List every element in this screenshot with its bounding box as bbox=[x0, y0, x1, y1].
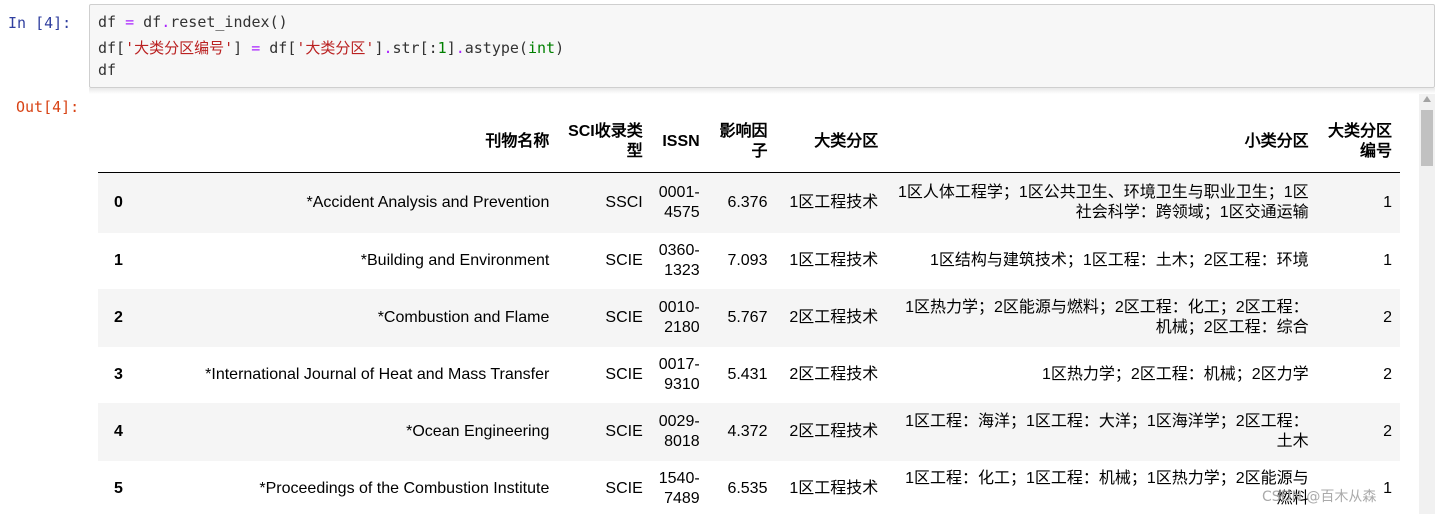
cell-sci-type: SCIE bbox=[605, 252, 643, 269]
header-issn: ISSN bbox=[650, 112, 708, 173]
cell-major-zone: 2区工程技术 bbox=[789, 423, 879, 440]
table-row: 3 *International Journal of Heat and Mas… bbox=[98, 347, 1400, 403]
code-token: astype( bbox=[464, 39, 528, 57]
cell-impact: 6.376 bbox=[727, 194, 768, 211]
cell-sci-type: SCIE bbox=[605, 423, 643, 440]
input-prompt: In [4]: bbox=[8, 14, 72, 32]
cell-name: *Proceedings of the Combustion Institute bbox=[259, 480, 550, 497]
cell-minor-zone: 1区热力学；2区工程：机械；2区力学 bbox=[1041, 366, 1309, 383]
code-token: reset_index() bbox=[170, 13, 288, 31]
code-editor[interactable]: df = df.reset_index() df['大类分区编号'] = df[… bbox=[89, 4, 1435, 88]
cell-impact: 5.431 bbox=[727, 366, 768, 383]
cell-name: *International Journal of Heat and Mass … bbox=[205, 366, 550, 383]
table-row: 4 *Ocean Engineering SCIE 0029-8018 4.37… bbox=[98, 403, 1400, 461]
cell-issn: 0001-4575 bbox=[658, 184, 700, 221]
cell-issn: 0010-2180 bbox=[658, 299, 700, 336]
cell-impact: 7.093 bbox=[727, 252, 768, 269]
cell-issn: 0017-9310 bbox=[658, 356, 700, 393]
cell-impact: 6.535 bbox=[727, 480, 768, 497]
code-token: df[ bbox=[260, 39, 297, 57]
scroll-up-arrow-icon[interactable] bbox=[1423, 96, 1431, 102]
cell-divider bbox=[89, 88, 1435, 94]
row-index: 5 bbox=[114, 480, 123, 497]
code-token: str[: bbox=[392, 39, 438, 57]
cell-impact: 4.372 bbox=[727, 423, 768, 440]
cell-issn: 0360-1323 bbox=[658, 242, 700, 279]
cell-minor-zone: 1区工程：化工；1区工程：机械；1区热力学；2区能源与燃料 bbox=[905, 470, 1309, 507]
code-token: = bbox=[125, 13, 135, 31]
cell-zone-code: 1 bbox=[1383, 194, 1392, 211]
code-token: df bbox=[98, 13, 126, 31]
cell-sci-type: SCIE bbox=[605, 309, 643, 326]
cell-sci-type: SCIE bbox=[605, 480, 643, 497]
code-token: df bbox=[98, 61, 117, 79]
code-token: '大类分区编号' bbox=[125, 39, 234, 57]
cell-zone-code: 2 bbox=[1383, 423, 1392, 440]
row-index: 4 bbox=[114, 423, 123, 440]
watermark: CSDN @百木从森 bbox=[1262, 489, 1377, 505]
table-row: 5 *Proceedings of the Combustion Institu… bbox=[98, 461, 1400, 517]
cell-major-zone: 1区工程技术 bbox=[789, 194, 879, 211]
row-index: 2 bbox=[114, 309, 123, 326]
code-token: . bbox=[383, 39, 393, 57]
cell-zone-code: 1 bbox=[1383, 252, 1392, 269]
cell-zone-code: 2 bbox=[1383, 366, 1392, 383]
table-header-row: 刊物名称 SCI收录类型 ISSN 影响因子 大类分区 小类分区 大类分区编号 bbox=[98, 112, 1400, 173]
cell-minor-zone: 1区结构与建筑技术；1区工程：土木；2区工程：环境 bbox=[929, 252, 1309, 269]
header-index bbox=[98, 112, 158, 173]
output-prompt: Out[4]: bbox=[16, 98, 80, 116]
header-sci-type: SCI收录类型 bbox=[557, 112, 651, 173]
row-index: 0 bbox=[114, 194, 123, 211]
cell-issn: 0029-8018 bbox=[658, 413, 700, 450]
cell-minor-zone: 1区热力学；2区能源与燃料；2区工程：化工；2区工程：机械；2区工程：综合 bbox=[905, 299, 1309, 336]
code-token: df[ bbox=[98, 39, 126, 57]
cell-name: *Ocean Engineering bbox=[406, 423, 550, 440]
dataframe-table: 刊物名称 SCI收录类型 ISSN 影响因子 大类分区 小类分区 大类分区编号 … bbox=[98, 112, 1400, 517]
code-line-1: df = df.reset_index() bbox=[98, 13, 288, 31]
cell-minor-zone: 1区工程：海洋；1区工程：大洋；1区海洋学；2区工程：土木 bbox=[905, 413, 1309, 450]
cell-major-zone: 1区工程技术 bbox=[789, 480, 879, 497]
cell-impact: 5.767 bbox=[727, 309, 768, 326]
table-row: 1 *Building and Environment SCIE 0360-13… bbox=[98, 233, 1400, 289]
cell-major-zone: 2区工程技术 bbox=[789, 366, 879, 383]
cell-sci-type: SCIE bbox=[605, 366, 643, 383]
code-token: '大类分区' bbox=[296, 39, 375, 57]
code-token: ] bbox=[233, 39, 252, 57]
cell-issn: 1540-7489 bbox=[658, 470, 700, 507]
code-token: ) bbox=[555, 39, 565, 57]
code-token: df bbox=[134, 13, 162, 31]
code-token: int bbox=[527, 39, 556, 57]
cell-name: *Accident Analysis and Prevention bbox=[306, 194, 550, 211]
cell-major-zone: 1区工程技术 bbox=[789, 252, 879, 269]
code-line-3: df bbox=[98, 61, 116, 79]
code-token: . bbox=[161, 13, 171, 31]
cell-sci-type: SSCI bbox=[605, 194, 643, 211]
header-minor-zone: 小类分区 bbox=[886, 112, 1317, 173]
header-major-zone: 大类分区 bbox=[775, 112, 887, 173]
table-row: 2 *Combustion and Flame SCIE 0010-2180 5… bbox=[98, 289, 1400, 347]
row-index: 1 bbox=[114, 252, 123, 269]
cell-major-zone: 2区工程技术 bbox=[789, 309, 879, 326]
header-name: 刊物名称 bbox=[157, 112, 558, 173]
cell-name: *Combustion and Flame bbox=[377, 309, 550, 326]
cell-name: *Building and Environment bbox=[360, 252, 550, 269]
code-token: ] bbox=[446, 39, 456, 57]
code-token: = bbox=[251, 39, 261, 57]
code-token: 1 bbox=[437, 39, 447, 57]
header-zone-code: 大类分区编号 bbox=[1316, 112, 1400, 173]
cell-zone-code: 2 bbox=[1383, 309, 1392, 326]
cell-minor-zone: 1区人体工程学；1区公共卫生、环境卫生与职业卫生；1区社会科学：跨领域；1区交通… bbox=[897, 184, 1309, 221]
table-row: 0 *Accident Analysis and Prevention SSCI… bbox=[98, 172, 1400, 233]
output-scrollbar[interactable] bbox=[1419, 94, 1435, 514]
code-token: . bbox=[455, 39, 465, 57]
scroll-thumb[interactable] bbox=[1421, 110, 1433, 166]
code-line-2: df['大类分区编号'] = df['大类分区'].str[:1].astype… bbox=[98, 37, 564, 58]
row-index: 3 bbox=[114, 366, 123, 383]
header-impact: 影响因子 bbox=[707, 112, 776, 173]
